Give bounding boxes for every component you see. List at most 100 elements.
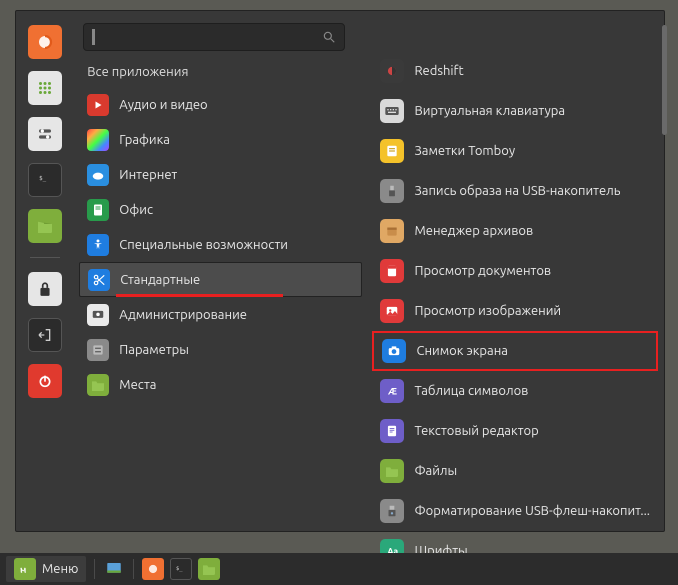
palette-icon [87, 129, 109, 151]
category-label: Параметры [119, 343, 189, 357]
svg-text:Æ: Æ [388, 386, 397, 397]
taskbar-firefox[interactable] [142, 558, 164, 580]
category-label: Администрирование [119, 308, 247, 322]
category-label: Графика [119, 133, 170, 147]
favorites-separator [30, 257, 60, 258]
logout-icon [37, 327, 53, 343]
settings-icon [87, 339, 109, 361]
svg-text:$_: $_ [39, 176, 47, 182]
favorite-logout[interactable] [28, 318, 62, 352]
menu-button[interactable]: ⲙ Меню [6, 556, 86, 582]
category-item[interactable]: Специальные возможности [79, 227, 362, 262]
all-apps-header[interactable]: Все приложения [79, 59, 362, 83]
scissors-icon [88, 269, 110, 291]
category-label: Специальные возможности [119, 238, 288, 252]
svg-text:$_: $_ [176, 566, 183, 572]
taskbar-files[interactable] [198, 558, 220, 580]
app-item[interactable]: Форматирование USB-флеш-накопит... [372, 491, 658, 531]
app-item[interactable]: Redshift [372, 51, 658, 91]
categories-column: Все приложения Аудио и видео Графика Интер… [73, 11, 368, 531]
taskbar-terminal[interactable]: $_ [170, 558, 192, 580]
mint-logo-icon: ⲙ [14, 558, 36, 580]
charmap-icon: Æ [380, 379, 404, 403]
category-item[interactable]: Интернет [79, 157, 362, 192]
terminal-icon: $_ [175, 563, 187, 575]
terminal-icon: $_ [38, 173, 52, 187]
imageview-icon [380, 299, 404, 323]
favorites-column: $_ [16, 11, 73, 531]
folder-icon [36, 219, 54, 233]
category-label: Аудио и видео [119, 98, 207, 112]
app-label: Запись образа на USB-накопитель [414, 184, 620, 198]
app-label: Таблица символов [414, 384, 528, 398]
svg-text:ⲙ: ⲙ [20, 564, 26, 575]
category-item[interactable]: Параметры [79, 332, 362, 367]
search-icon [322, 30, 336, 44]
app-item[interactable]: Менеджер архивов [372, 211, 658, 251]
category-label: Места [119, 378, 156, 392]
favorite-firefox[interactable] [28, 25, 62, 59]
keyboard-icon [380, 99, 404, 123]
apps-grid-icon [36, 79, 54, 97]
app-label: Менеджер архивов [414, 224, 533, 238]
favorite-power[interactable] [28, 364, 62, 398]
taskbar-show-desktop[interactable] [103, 558, 125, 580]
category-item[interactable]: Графика [79, 122, 362, 157]
app-item[interactable]: Æ Таблица символов [372, 371, 658, 411]
app-item[interactable]: Снимок экрана [372, 331, 658, 371]
docview-icon [380, 259, 404, 283]
firefox-icon [36, 33, 54, 51]
app-label: Виртуальная клавиатура [414, 104, 565, 118]
app-label: Текстовый редактор [414, 424, 538, 438]
category-item[interactable]: Администрирование [79, 297, 362, 332]
category-item[interactable]: Офис [79, 192, 362, 227]
text-cursor [92, 29, 95, 45]
app-label: Файлы [414, 464, 457, 478]
taskbar: ⲙ Меню $_ [0, 553, 678, 585]
app-label: Просмотр документов [414, 264, 551, 278]
app-label: Redshift [414, 64, 463, 78]
editor-icon [380, 419, 404, 443]
category-item[interactable]: Стандартные [79, 262, 362, 297]
folder-icon [201, 563, 217, 575]
archive-icon [380, 219, 404, 243]
app-item[interactable]: Запись образа на USB-накопитель [372, 171, 658, 211]
scrollbar-thumb[interactable] [662, 25, 667, 135]
folder-icon [87, 374, 109, 396]
app-item[interactable]: Просмотр документов [372, 251, 658, 291]
app-item[interactable]: Файлы [372, 451, 658, 491]
app-item[interactable]: Просмотр изображений [372, 291, 658, 331]
app-item[interactable]: Текстовый редактор [372, 411, 658, 451]
app-label: Снимок экрана [416, 344, 508, 358]
category-label: Интернет [119, 168, 177, 182]
format-icon [380, 499, 404, 523]
admin-icon [87, 304, 109, 326]
redshift-icon [380, 59, 404, 83]
desktop-icon [105, 560, 123, 578]
search-input[interactable] [101, 30, 322, 45]
menu-button-label: Меню [42, 562, 78, 576]
app-item[interactable]: Виртуальная клавиатура [372, 91, 658, 131]
app-label: Форматирование USB-флеш-накопит... [414, 504, 650, 518]
screenshot-icon [382, 339, 406, 363]
accessibility-icon [87, 234, 109, 256]
favorite-terminal[interactable]: $_ [28, 163, 62, 197]
app-item[interactable]: Заметки Tomboy [372, 131, 658, 171]
category-label: Офис [119, 203, 153, 217]
taskbar-separator [94, 559, 95, 579]
power-icon [37, 373, 53, 389]
search-field[interactable] [83, 23, 345, 51]
category-item[interactable]: Места [79, 367, 362, 402]
category-item[interactable]: Аудио и видео [79, 87, 362, 122]
category-label: Стандартные [120, 273, 200, 287]
play-icon [87, 94, 109, 116]
favorite-apps-grid[interactable] [28, 71, 62, 105]
note-icon [380, 139, 404, 163]
office-icon [87, 199, 109, 221]
toggles-icon [37, 126, 53, 142]
app-label: Заметки Tomboy [414, 144, 515, 158]
favorite-settings[interactable] [28, 117, 62, 151]
favorite-files[interactable] [28, 209, 62, 243]
favorite-lock[interactable] [28, 272, 62, 306]
apps-column: Redshift Виртуальная клавиатура Заметки To… [368, 11, 664, 531]
